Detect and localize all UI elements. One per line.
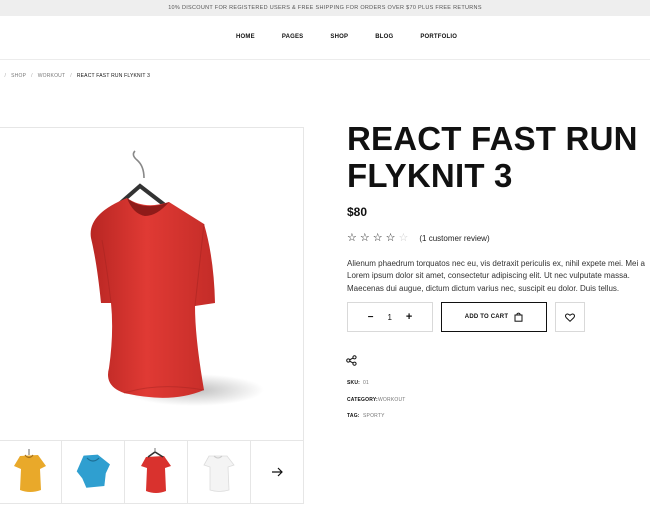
- product-tag: TAG: SPORTY: [347, 413, 385, 419]
- yellow-tshirt-image: [14, 449, 46, 492]
- share-button[interactable]: [346, 353, 357, 371]
- tag-label: TAG:: [347, 413, 360, 419]
- announcement-text: 10% DISCOUNT FOR REGISTERED USERS & FREE…: [168, 5, 482, 11]
- tag-link[interactable]: SPORTY: [363, 413, 385, 419]
- heart-icon: [565, 312, 575, 322]
- breadcrumb-separator: /: [4, 73, 7, 79]
- increase-quantity-button[interactable]: +: [406, 311, 412, 323]
- description-line: Lorem ipsum dolor sit amet, consectetur …: [347, 271, 630, 281]
- product-description: Alienum phaedrum torquatos nec eu, vis d…: [347, 258, 650, 295]
- star-empty-icon: ☆: [398, 232, 409, 244]
- quantity-stepper: − 1 +: [347, 302, 433, 332]
- white-tshirt-image: [203, 455, 235, 492]
- add-to-cart-label: ADD TO CART: [464, 314, 509, 320]
- breadcrumb-shop[interactable]: SHOP: [11, 73, 26, 79]
- star-filled-icon: ☆: [359, 232, 370, 244]
- star-filled-icon: ☆: [347, 232, 357, 244]
- nav-item-pages[interactable]: PAGES: [282, 34, 304, 40]
- product-main-image[interactable]: [0, 127, 304, 441]
- nav-item-portfolio[interactable]: PORTFOLIO: [420, 34, 457, 40]
- review-link[interactable]: (1 customer review): [419, 234, 489, 243]
- description-line: Maecenas dui augue, dictum dictum varius…: [347, 283, 620, 293]
- thumbnail-red-tshirt[interactable]: [125, 441, 188, 503]
- product-rating: ☆ ☆ ☆ ☆ ☆ (1 customer review): [347, 233, 490, 244]
- breadcrumb-separator: /: [31, 73, 33, 79]
- red-tshirt-image: [90, 150, 264, 406]
- category-label: CATEGORY:: [347, 397, 378, 403]
- product-category: CATEGORY: WORKOUT: [347, 397, 406, 403]
- category-link[interactable]: WORKOUT: [378, 397, 406, 403]
- star-filled-icon: ☆: [385, 232, 396, 244]
- sku-label: SKU:: [347, 380, 361, 386]
- red-tshirt-thumb-image: [141, 448, 171, 493]
- share-icon: [346, 355, 357, 366]
- description-line: Alienum phaedrum torquatos nec eu, vis d…: [347, 259, 645, 268]
- sku-value: 01: [363, 380, 369, 386]
- nav-item-blog[interactable]: BLOG: [375, 34, 393, 40]
- thumbnail-white-tshirt[interactable]: [188, 441, 251, 503]
- wishlist-button[interactable]: [555, 302, 585, 332]
- product-title: REACT FAST RUN FLYKNIT 3: [347, 120, 638, 194]
- quantity-value[interactable]: 1: [387, 313, 391, 322]
- breadcrumb: E / SHOP / WORKOUT / REACT FAST RUN FLYK…: [0, 73, 150, 79]
- arrow-right-icon: [272, 467, 283, 477]
- breadcrumb-separator: /: [70, 73, 72, 79]
- announcement-bar: 10% DISCOUNT FOR REGISTERED USERS & FREE…: [0, 0, 650, 16]
- nav-item-shop[interactable]: SHOP: [330, 34, 348, 40]
- gallery-next-button[interactable]: [251, 441, 303, 503]
- breadcrumb-current: REACT FAST RUN FLYKNIT 3: [76, 73, 151, 79]
- decrease-quantity-button[interactable]: −: [368, 312, 374, 323]
- nav-item-home[interactable]: HOME: [236, 34, 255, 40]
- main-navigation: HOME PAGES SHOP BLOG PORTFOLIO: [0, 16, 650, 60]
- thumbnail-blue-tshirt[interactable]: [62, 441, 125, 503]
- star-filled-icon: ☆: [372, 232, 383, 244]
- blue-tshirt-image: [76, 454, 110, 488]
- thumbnail-yellow-tshirt[interactable]: [0, 441, 62, 503]
- breadcrumb-category[interactable]: WORKOUT: [38, 73, 66, 79]
- shopping-bag-icon: [514, 312, 523, 322]
- rating-stars: ☆ ☆ ☆ ☆ ☆: [347, 233, 411, 244]
- add-to-cart-button[interactable]: ADD TO CART: [441, 302, 547, 332]
- product-sku: SKU: 01: [347, 380, 369, 386]
- thumbnail-strip: [0, 441, 304, 504]
- product-price: $80: [347, 205, 368, 219]
